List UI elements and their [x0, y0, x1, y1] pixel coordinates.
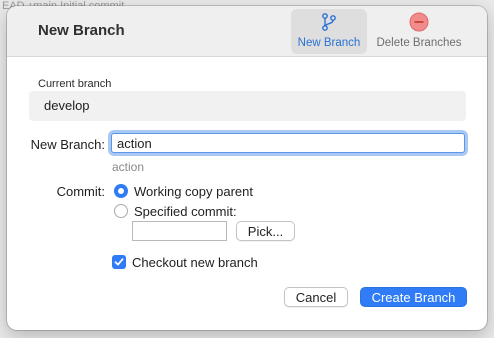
checkmark-icon — [114, 258, 124, 266]
toolbar-new-branch[interactable]: New Branch — [291, 9, 367, 54]
specified-commit-radio[interactable] — [114, 204, 128, 218]
toolbar-new-branch-label: New Branch — [297, 37, 361, 49]
commit-label: Commit: — [56, 184, 105, 199]
dialog-header: New Branch New Branch Delete Branches — [7, 6, 487, 57]
new-branch-hint: action — [112, 160, 145, 174]
new-branch-input[interactable] — [111, 133, 465, 153]
cancel-button[interactable]: Cancel — [284, 287, 348, 307]
current-branch-value: develop — [44, 98, 90, 113]
commit-hash-input[interactable] — [132, 221, 227, 241]
new-branch-label: New Branch: — [30, 137, 105, 152]
working-copy-label: Working copy parent — [134, 184, 253, 199]
current-branch-box: develop — [29, 91, 466, 121]
create-branch-button[interactable]: Create Branch — [360, 287, 467, 307]
current-branch-label: Current branch — [38, 78, 112, 90]
checkout-checkbox[interactable] — [112, 255, 126, 269]
delete-circle-icon — [373, 9, 465, 35]
specified-commit-label: Specified commit: — [134, 204, 237, 219]
toolbar-delete-branches[interactable]: Delete Branches — [373, 9, 465, 54]
pick-button[interactable]: Pick... — [236, 221, 295, 241]
dialog-title: New Branch — [38, 22, 125, 39]
working-copy-radio[interactable] — [114, 184, 128, 198]
branch-icon — [291, 9, 367, 35]
new-branch-dialog: New Branch New Branch Delete Branches Cu… — [7, 6, 487, 330]
checkout-label: Checkout new branch — [132, 255, 258, 270]
toolbar-delete-branches-label: Delete Branches — [376, 37, 462, 49]
